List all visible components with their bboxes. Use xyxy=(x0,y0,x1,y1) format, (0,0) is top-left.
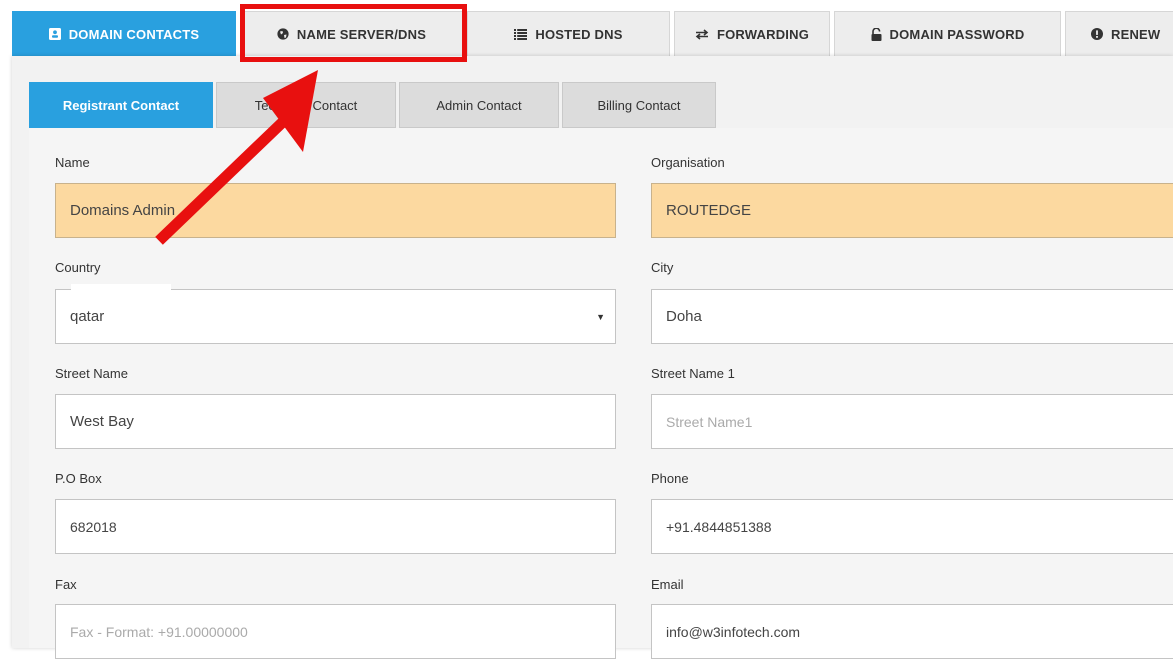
name-value: Domains Admin xyxy=(70,202,176,219)
tab-admin-contact[interactable]: Admin Contact xyxy=(399,82,559,128)
sub-tab-label: Admin Contact xyxy=(436,97,522,113)
sub-tab-label: Technical Contact xyxy=(254,97,358,113)
phone-value: +91.4844851388 xyxy=(666,518,772,535)
top-tab-bar: DOMAIN CONTACTS NAME SERVER/DNS HOSTED D… xyxy=(0,0,1173,62)
street-name-value: West Bay xyxy=(70,413,134,430)
email-value: info@w3infotech.com xyxy=(666,623,801,640)
tab-name-server-dns[interactable]: NAME SERVER/DNS xyxy=(240,11,463,56)
sub-tab-label: Registrant Contact xyxy=(62,97,180,113)
name-field[interactable]: Domains Admin xyxy=(55,183,616,238)
country-label: Country xyxy=(55,260,101,275)
city-label: City xyxy=(651,260,674,275)
tab-domain-contacts[interactable]: DOMAIN CONTACTS xyxy=(12,11,236,56)
organisation-label: Organisation xyxy=(651,155,725,170)
globe-icon xyxy=(277,28,289,40)
unlock-icon xyxy=(871,27,882,41)
email-label: Email xyxy=(651,577,684,592)
tab-forwarding[interactable]: FORWARDING xyxy=(674,11,830,56)
phone-label: Phone xyxy=(651,471,689,486)
city-field[interactable]: Doha xyxy=(651,289,1173,344)
street-name-1-label: Street Name 1 xyxy=(651,366,735,381)
tab-billing-contact[interactable]: Billing Contact xyxy=(562,82,716,128)
tab-label: DOMAIN PASSWORD xyxy=(889,26,1025,42)
street-name-label: Street Name xyxy=(55,366,128,381)
exchange-arrows-icon xyxy=(695,28,709,40)
city-value: Doha xyxy=(666,308,702,325)
info-circle-icon xyxy=(1091,28,1103,40)
street-name-1-placeholder: Street Name1 xyxy=(666,413,753,430)
contact-card-icon xyxy=(48,28,61,40)
country-select[interactable]: qatar ▼ xyxy=(55,289,616,344)
tab-hosted-dns[interactable]: HOSTED DNS xyxy=(467,11,670,56)
caret-down-icon: ▼ xyxy=(596,312,605,322)
tab-domain-password[interactable]: DOMAIN PASSWORD xyxy=(834,11,1061,56)
tab-label: HOSTED DNS xyxy=(535,26,623,42)
fax-field[interactable]: Fax - Format: +91.00000000 xyxy=(55,604,616,659)
street-name-field[interactable]: West Bay xyxy=(55,394,616,449)
po-box-value: 682018 xyxy=(70,518,117,535)
organisation-value: ROUTEDGE xyxy=(666,202,752,219)
tab-registrant-contact[interactable]: Registrant Contact xyxy=(29,82,213,128)
po-box-label: P.O Box xyxy=(55,471,102,486)
fax-placeholder: Fax - Format: +91.00000000 xyxy=(70,623,248,640)
server-list-icon xyxy=(514,28,528,40)
tab-label: FORWARDING xyxy=(716,26,810,42)
tab-label: NAME SERVER/DNS xyxy=(296,26,427,42)
po-box-field[interactable]: 682018 xyxy=(55,499,616,554)
select-legend-decoration xyxy=(71,284,171,292)
name-label: Name xyxy=(55,155,90,170)
street-name-1-field[interactable]: Street Name1 xyxy=(651,394,1173,449)
organisation-field[interactable]: ROUTEDGE xyxy=(651,183,1173,238)
tab-label: DOMAIN CONTACTS xyxy=(68,26,200,42)
sub-tab-label: Billing Contact xyxy=(597,97,681,113)
country-value: qatar xyxy=(70,308,105,325)
fax-label: Fax xyxy=(55,577,77,592)
tab-label: RENEW xyxy=(1111,26,1161,42)
phone-field[interactable]: +91.4844851388 xyxy=(651,499,1173,554)
email-field[interactable]: info@w3infotech.com xyxy=(651,604,1173,659)
tab-renew[interactable]: RENEW xyxy=(1065,11,1173,56)
tab-technical-contact[interactable]: Technical Contact xyxy=(216,82,396,128)
